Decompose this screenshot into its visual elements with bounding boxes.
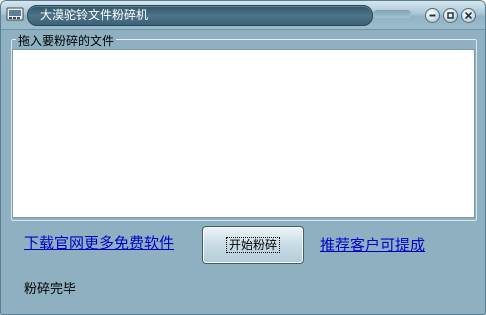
title-decoration	[373, 10, 411, 18]
start-shred-button-label: 开始粉碎	[225, 237, 280, 253]
drop-group-label: 拖入要粉碎的文件	[16, 34, 117, 48]
app-icon[interactable]	[6, 6, 24, 22]
recommend-customer-link[interactable]: 推荐客户可提成	[320, 236, 425, 254]
title-pill: 大漠驼铃文件粉碎机	[27, 5, 373, 26]
maximize-icon	[447, 12, 454, 19]
file-drop-area[interactable]	[12, 49, 475, 218]
close-icon	[465, 12, 472, 19]
shredder-window: 大漠驼铃文件粉碎机 拖入要粉碎的文件 下载官网更多免费软件 开始粉碎 推荐客户可…	[0, 0, 486, 315]
title-bar[interactable]: 大漠驼铃文件粉碎机	[1, 1, 485, 30]
start-shred-button[interactable]: 开始粉碎	[202, 226, 304, 264]
status-text: 粉碎完毕	[24, 282, 77, 297]
download-more-software-link[interactable]: 下载官网更多免费软件	[24, 234, 174, 252]
maximize-button[interactable]	[443, 8, 458, 23]
minimize-icon	[429, 14, 436, 17]
window-title: 大漠驼铃文件粉碎机	[40, 8, 149, 22]
minimize-button[interactable]	[425, 8, 440, 23]
close-button[interactable]	[461, 8, 476, 23]
